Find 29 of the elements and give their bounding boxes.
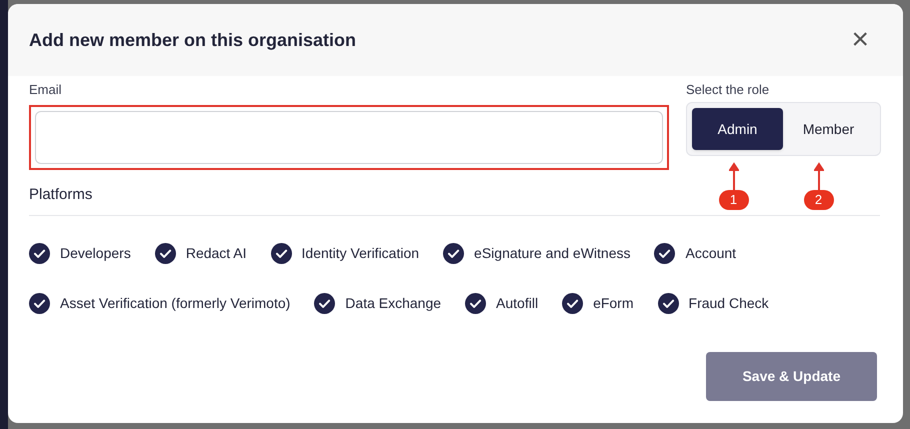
checked-checkbox-icon[interactable]	[154, 242, 176, 264]
arrow-icon	[728, 162, 738, 192]
close-button[interactable]: ×	[851, 25, 869, 55]
platform-label: Developers	[60, 244, 131, 263]
platform-label: Account	[685, 244, 736, 262]
checked-checkbox-icon[interactable]	[465, 292, 486, 314]
checked-checkbox-icon[interactable]	[29, 292, 50, 314]
dialog-title: Add new member on this organisation	[29, 28, 356, 52]
checked-checkbox-icon[interactable]	[270, 242, 292, 264]
email-label: Email	[29, 81, 63, 99]
platform-label: eForm	[593, 294, 634, 312]
platform-label: Identity Verification	[302, 244, 420, 263]
checked-checkbox-icon[interactable]	[562, 292, 584, 314]
email-field[interactable]	[35, 111, 663, 164]
role-tab[interactable]: Member	[783, 108, 874, 150]
role-tab[interactable]: Admin	[692, 108, 783, 150]
checked-checkbox-icon[interactable]	[658, 292, 679, 314]
platform-label: Autofill	[496, 294, 538, 312]
checked-checkbox-icon[interactable]	[654, 242, 676, 264]
platform-label: eSignature and eWitness	[474, 244, 630, 263]
platform-label: Redact AI	[186, 244, 247, 262]
arrow-icon	[814, 162, 824, 192]
checked-checkbox-icon[interactable]	[29, 242, 50, 264]
platform-label: Data Exchange	[345, 294, 442, 313]
role-label: Select the role	[686, 81, 770, 99]
checked-checkbox-icon[interactable]	[314, 292, 336, 314]
checked-checkbox-icon[interactable]	[443, 242, 464, 264]
platform-label: Fraud Check	[688, 294, 769, 312]
platform-label: Asset Verification (formerly Verimoto)	[60, 294, 290, 313]
